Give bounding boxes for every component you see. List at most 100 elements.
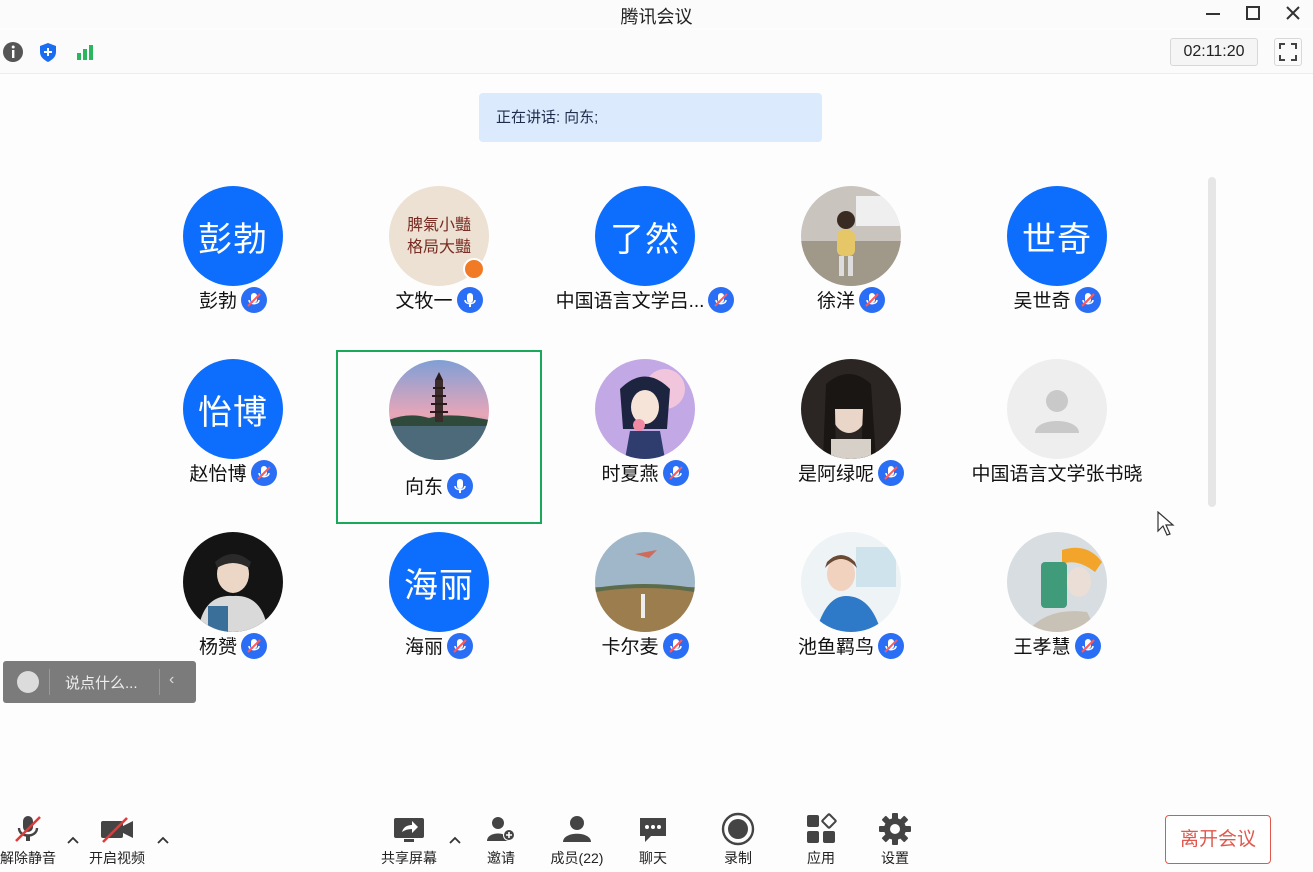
record-button[interactable]: 录制: [702, 812, 774, 868]
participant-name: 池鱼羁鸟: [797, 637, 874, 658]
fullscreen-icon: [1279, 43, 1297, 61]
invite-user-icon: [487, 817, 515, 841]
participant-tile[interactable]: 了然 中国语言文学吕...: [542, 172, 748, 345]
minimize-icon: [1206, 13, 1220, 15]
close-button[interactable]: [1273, 0, 1313, 26]
participant-name: 杨赟: [198, 637, 237, 658]
mic-muted-icon: [708, 286, 735, 313]
avatar: 怡博: [183, 359, 283, 459]
shield-icon: [40, 43, 56, 62]
mouse-cursor-icon: [1157, 511, 1175, 536]
window-title: 腾讯会议: [620, 7, 693, 27]
user-placeholder-icon: [1035, 390, 1079, 433]
mic-muted-icon: [1074, 632, 1101, 659]
fullscreen-button[interactable]: [1274, 38, 1302, 66]
participant-name: 吴世奇: [1013, 291, 1071, 312]
mic-off-icon: [15, 816, 41, 842]
minimize-button[interactable]: [1193, 0, 1233, 26]
network-status-button[interactable]: [72, 39, 98, 65]
avatar: [801, 186, 901, 286]
participant-tile[interactable]: 时夏燕: [542, 345, 748, 518]
avatar: [183, 532, 283, 632]
chevron-up-icon: [449, 836, 461, 844]
participant-name: 中国语言文学张书晓: [971, 464, 1143, 485]
leave-meeting-button[interactable]: 离开会议: [1165, 815, 1271, 864]
start-video-button[interactable]: 开启视频: [81, 812, 153, 868]
mic-muted-icon: [241, 286, 267, 313]
avatar: 彭勃: [183, 186, 283, 286]
unmute-button[interactable]: 解除静音: [0, 812, 64, 868]
participant-name: 向东: [404, 477, 443, 498]
audio-options-caret[interactable]: [65, 832, 81, 848]
participant-tile[interactable]: 池鱼羁鸟: [748, 518, 954, 691]
speaking-name: 向东;: [564, 109, 599, 126]
participant-name: 文牧一: [395, 291, 453, 312]
chat-placeholder[interactable]: 说点什么...: [65, 672, 138, 693]
avatar: 了然: [595, 186, 695, 286]
mic-muted-icon: [250, 459, 277, 486]
participant-name: 王孝慧: [1013, 637, 1071, 658]
participant-name: 卡尔麦: [601, 637, 659, 658]
info-icon: [3, 42, 23, 62]
participant-name: 海丽: [404, 637, 443, 658]
participant-tile[interactable]: 徐洋: [748, 172, 954, 345]
collapse-chat-icon[interactable]: ‹: [169, 671, 174, 689]
maximize-button[interactable]: [1233, 0, 1273, 26]
video-options-caret[interactable]: [155, 832, 171, 848]
apps-label: 应用: [807, 850, 835, 866]
meeting-timer: 02:11:20: [1170, 38, 1258, 66]
participant-tile[interactable]: 脾氣小豔 格局大豔 文牧一: [336, 172, 542, 345]
apps-button[interactable]: 应用: [785, 812, 857, 868]
avatar-logo-line2: 格局大豔: [406, 237, 471, 256]
participant-name: 中国语言文学吕...: [555, 291, 705, 312]
mic-muted-icon: [859, 286, 885, 313]
invite-button[interactable]: 邀请: [465, 812, 537, 868]
invite-label: 邀请: [487, 850, 515, 866]
mic-muted-icon: [1074, 286, 1101, 313]
mic-muted-icon: [447, 632, 473, 659]
chat-button[interactable]: 聊天: [617, 812, 689, 868]
avatar: [595, 532, 695, 632]
participant-tile[interactable]: 世奇 吴世奇: [954, 172, 1160, 345]
share-options-caret[interactable]: [447, 832, 463, 848]
security-button[interactable]: [35, 39, 61, 65]
photo-avatar-anime-girl: [595, 359, 695, 459]
participant-tile[interactable]: 彭勃 彭勃: [130, 172, 336, 345]
participant-tile-speaking[interactable]: 向东: [336, 350, 542, 524]
participant-name: 时夏燕: [601, 464, 659, 485]
emoji-icon[interactable]: [17, 671, 39, 693]
participant-tile[interactable]: 是阿绿呢: [748, 345, 954, 518]
participant-tile[interactable]: 怡博 赵怡博: [130, 345, 336, 518]
divider: [159, 669, 160, 695]
avatar: [801, 359, 901, 459]
host-badge-icon: [463, 258, 485, 280]
gear-icon: [879, 813, 911, 845]
divider: [49, 669, 50, 695]
meeting-info-button[interactable]: [0, 39, 26, 65]
share-screen-label: 共享屏幕: [381, 850, 437, 866]
avatar-logo-line1: 脾氣小豔: [406, 215, 471, 234]
participant-tile[interactable]: 中国语言文学张书晓: [954, 345, 1160, 518]
avatar: 世奇: [1007, 186, 1107, 286]
share-screen-button[interactable]: 共享屏幕: [373, 812, 445, 868]
share-screen-icon: [394, 818, 424, 842]
avatar: 海丽: [389, 532, 489, 632]
unmute-label: 解除静音: [0, 850, 56, 866]
participant-tile[interactable]: 卡尔麦: [542, 518, 748, 691]
members-icon: [563, 816, 591, 842]
members-button[interactable]: 成员(22): [541, 812, 613, 868]
avatar: [1007, 532, 1107, 632]
record-label: 录制: [724, 850, 752, 866]
settings-button[interactable]: 设置: [859, 812, 931, 868]
mic-muted-icon: [878, 459, 904, 486]
photo-avatar-woman: [801, 359, 901, 459]
photo-avatar-pagoda: [389, 360, 489, 460]
avatar: [801, 532, 901, 632]
participant-tile[interactable]: 海丽 海丽: [336, 518, 542, 691]
participant-tile[interactable]: 王孝慧: [954, 518, 1160, 691]
grid-scrollbar[interactable]: [1208, 177, 1216, 507]
photo-avatar-selfie: [1007, 532, 1107, 632]
members-label: 成员(22): [550, 850, 604, 866]
chat-input-box[interactable]: 说点什么... ‹: [3, 661, 196, 703]
mic-on-icon: [456, 286, 483, 313]
